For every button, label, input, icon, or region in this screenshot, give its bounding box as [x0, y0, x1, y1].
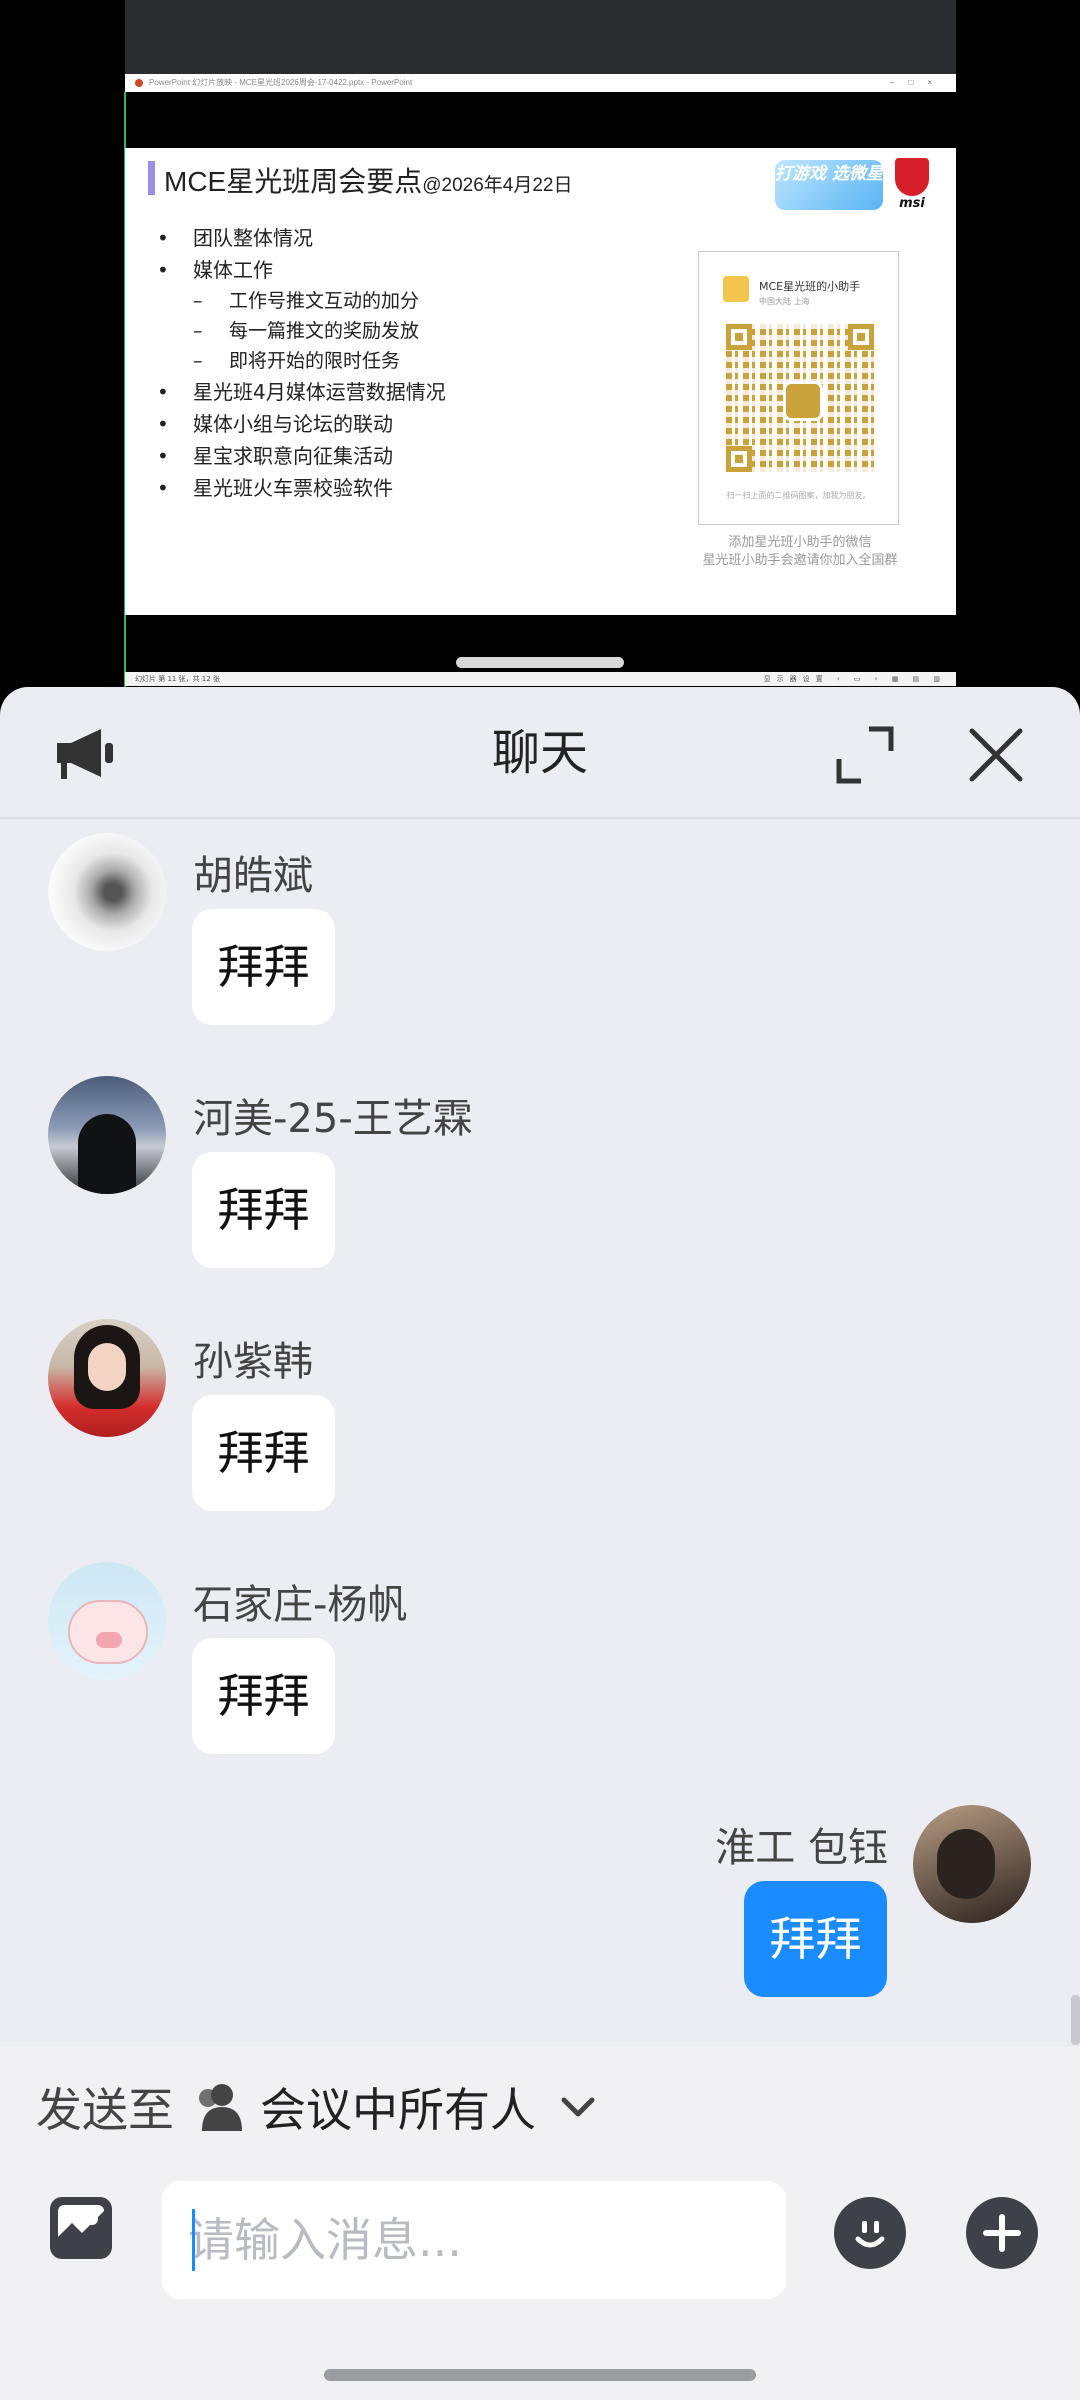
slide-bullet: 媒体工作 — [157, 254, 446, 286]
avatar[interactable] — [48, 1076, 166, 1194]
ppt-window-titlebar: PowerPoint 幻灯片放映 - MCE星光班2026周会-17-0422.… — [125, 74, 956, 92]
image-picker-icon[interactable] — [46, 2193, 116, 2263]
qr-card-name: MCE星光班的小助手 — [759, 280, 861, 293]
window-controls: –□× — [890, 78, 946, 87]
qr-code — [726, 324, 874, 472]
message-sender: 河美-25-王艺霖 — [193, 1096, 473, 1142]
slide-sub-bullet: 即将开始的限时任务 — [157, 346, 446, 376]
chat-header: 聊天 — [0, 687, 1080, 819]
share-view-handle[interactable] — [456, 657, 624, 668]
message-sender: 石家庄-杨帆 — [193, 1582, 408, 1628]
text-caret — [192, 2209, 195, 2271]
send-to-selector[interactable]: 发送至 会议中所有人 — [36, 2073, 598, 2141]
add-svg — [983, 2214, 1021, 2252]
avatar[interactable] — [48, 1562, 166, 1680]
qr-card-footer: 扫一扫上面的二维码图案，加我为朋友。 — [726, 491, 871, 500]
shared-screen: PowerPoint 幻灯片放映 - MCE星光班2026周会-17-0422.… — [0, 0, 1080, 690]
powerpoint-icon — [135, 78, 143, 87]
msi-logo: msi — [887, 158, 937, 214]
display-settings-label: 显示器设置 — [763, 675, 829, 683]
slide-counter: 幻灯片 第 11 张，共 12 张 — [135, 675, 220, 683]
avatar[interactable] — [48, 833, 166, 951]
close-svg — [969, 728, 1023, 782]
message-bubble[interactable]: 拜拜 — [192, 1395, 335, 1511]
slide-bullet-list: 团队整体情况 媒体工作 工作号推文互动的加分 每一篇推文的奖励发放 即将开始的限… — [157, 222, 446, 504]
slide-bullet: 星光班火车票校验软件 — [157, 472, 446, 504]
msi-logo-text: msi — [899, 196, 925, 211]
message-bubble[interactable]: 拜拜 — [192, 1152, 335, 1268]
message-sender: 淮工 包钰 — [715, 1825, 888, 1871]
qr-caption: 添加星光班小助手的微信 星光班小助手会邀请你加入全国群 — [680, 534, 920, 570]
slide-bullet: 团队整体情况 — [157, 222, 446, 254]
slide-bullet: 星光班4月媒体运营数据情况 — [157, 376, 446, 408]
close-icon[interactable] — [961, 723, 1031, 787]
slide-bullet: 星宝求职意向征集活动 — [157, 440, 446, 472]
expand-svg — [836, 726, 894, 784]
shared-screen-top-band — [125, 0, 956, 74]
qr-card-avatar — [723, 276, 749, 302]
avatar[interactable] — [48, 1319, 166, 1437]
slide-title-date: @2026年4月22日 — [422, 175, 573, 196]
chat-title: 聊天 — [491, 725, 588, 781]
qr-caption-line: 星光班小助手会邀请你加入全国群 — [702, 553, 898, 568]
slide-bullet: 媒体小组与论坛的联动 — [157, 408, 446, 440]
emoji-svg — [855, 2221, 885, 2248]
people-icon — [199, 2084, 242, 2131]
add-icon[interactable] — [966, 2197, 1038, 2269]
presentation-slide: MCE星光班周会要点@2026年4月22日 团队整体情况 媒体工作 工作号推文互… — [125, 148, 956, 615]
message-input[interactable] — [162, 2181, 786, 2299]
slide-sub-bullet: 每一篇推文的奖励发放 — [157, 316, 446, 346]
slide-sub-bullet: 工作号推文互动的加分 — [157, 286, 446, 316]
send-to-target: 会议中所有人 — [260, 2083, 536, 2137]
slide-title: MCE星光班周会要点@2026年4月22日 — [164, 160, 573, 200]
qr-finder-pattern — [726, 446, 752, 472]
wechat-qr-card: MCE星光班的小助手 中国大陆 上海 扫一扫上面的二维码图案，加我为朋友。 — [698, 251, 899, 525]
qr-caption-line: 添加星光班小助手的微信 — [728, 535, 872, 550]
chevron-down-icon — [561, 2097, 595, 2117]
qr-finder-pattern — [848, 324, 874, 350]
slide-title-text: MCE星光班周会要点 — [164, 166, 423, 197]
ppt-window-title: PowerPoint 幻灯片放映 - MCE星光班2026周会-17-0422.… — [149, 78, 413, 87]
message-sender: 胡皓斌 — [193, 853, 313, 899]
message-bubble[interactable]: 拜拜 — [192, 1638, 335, 1754]
ppt-status-bar: 幻灯片 第 11 张，共 12 张 显示器设置 ‹ ▭ › ▦ ▤ ▥ — [125, 672, 956, 686]
chat-panel: 聊天 胡皓斌 拜拜 河美-25-王艺霖 拜拜 孙紫韩 拜拜 石家庄-杨帆 拜拜 … — [0, 687, 1080, 2400]
home-indicator[interactable] — [324, 2369, 756, 2381]
qr-finder-pattern — [726, 324, 752, 350]
qr-card-location: 中国大陆 上海 — [759, 297, 810, 306]
message-sender: 孙紫韩 — [193, 1339, 313, 1385]
expand-icon[interactable] — [830, 723, 900, 787]
compose-area: 发送至 会议中所有人 — [0, 2047, 1080, 2400]
emoji-icon[interactable] — [834, 2197, 906, 2269]
chat-scrollbar[interactable] — [1071, 1995, 1080, 2045]
slide-title-accent — [148, 161, 155, 195]
send-to-label: 发送至 — [36, 2083, 174, 2137]
message-bubble[interactable]: 拜拜 — [192, 909, 335, 1025]
wechat-logo-icon — [783, 381, 823, 421]
status-bar-right: 显示器设置 ‹ ▭ › ▦ ▤ ▥ — [763, 675, 946, 683]
msi-dragon-shield-icon — [895, 158, 929, 196]
avatar[interactable] — [913, 1805, 1031, 1923]
game-promo-logo: 打游戏 选微星 — [775, 160, 883, 210]
message-bubble-mine[interactable]: 拜拜 — [744, 1881, 887, 1997]
image-picker-svg — [50, 2197, 112, 2259]
